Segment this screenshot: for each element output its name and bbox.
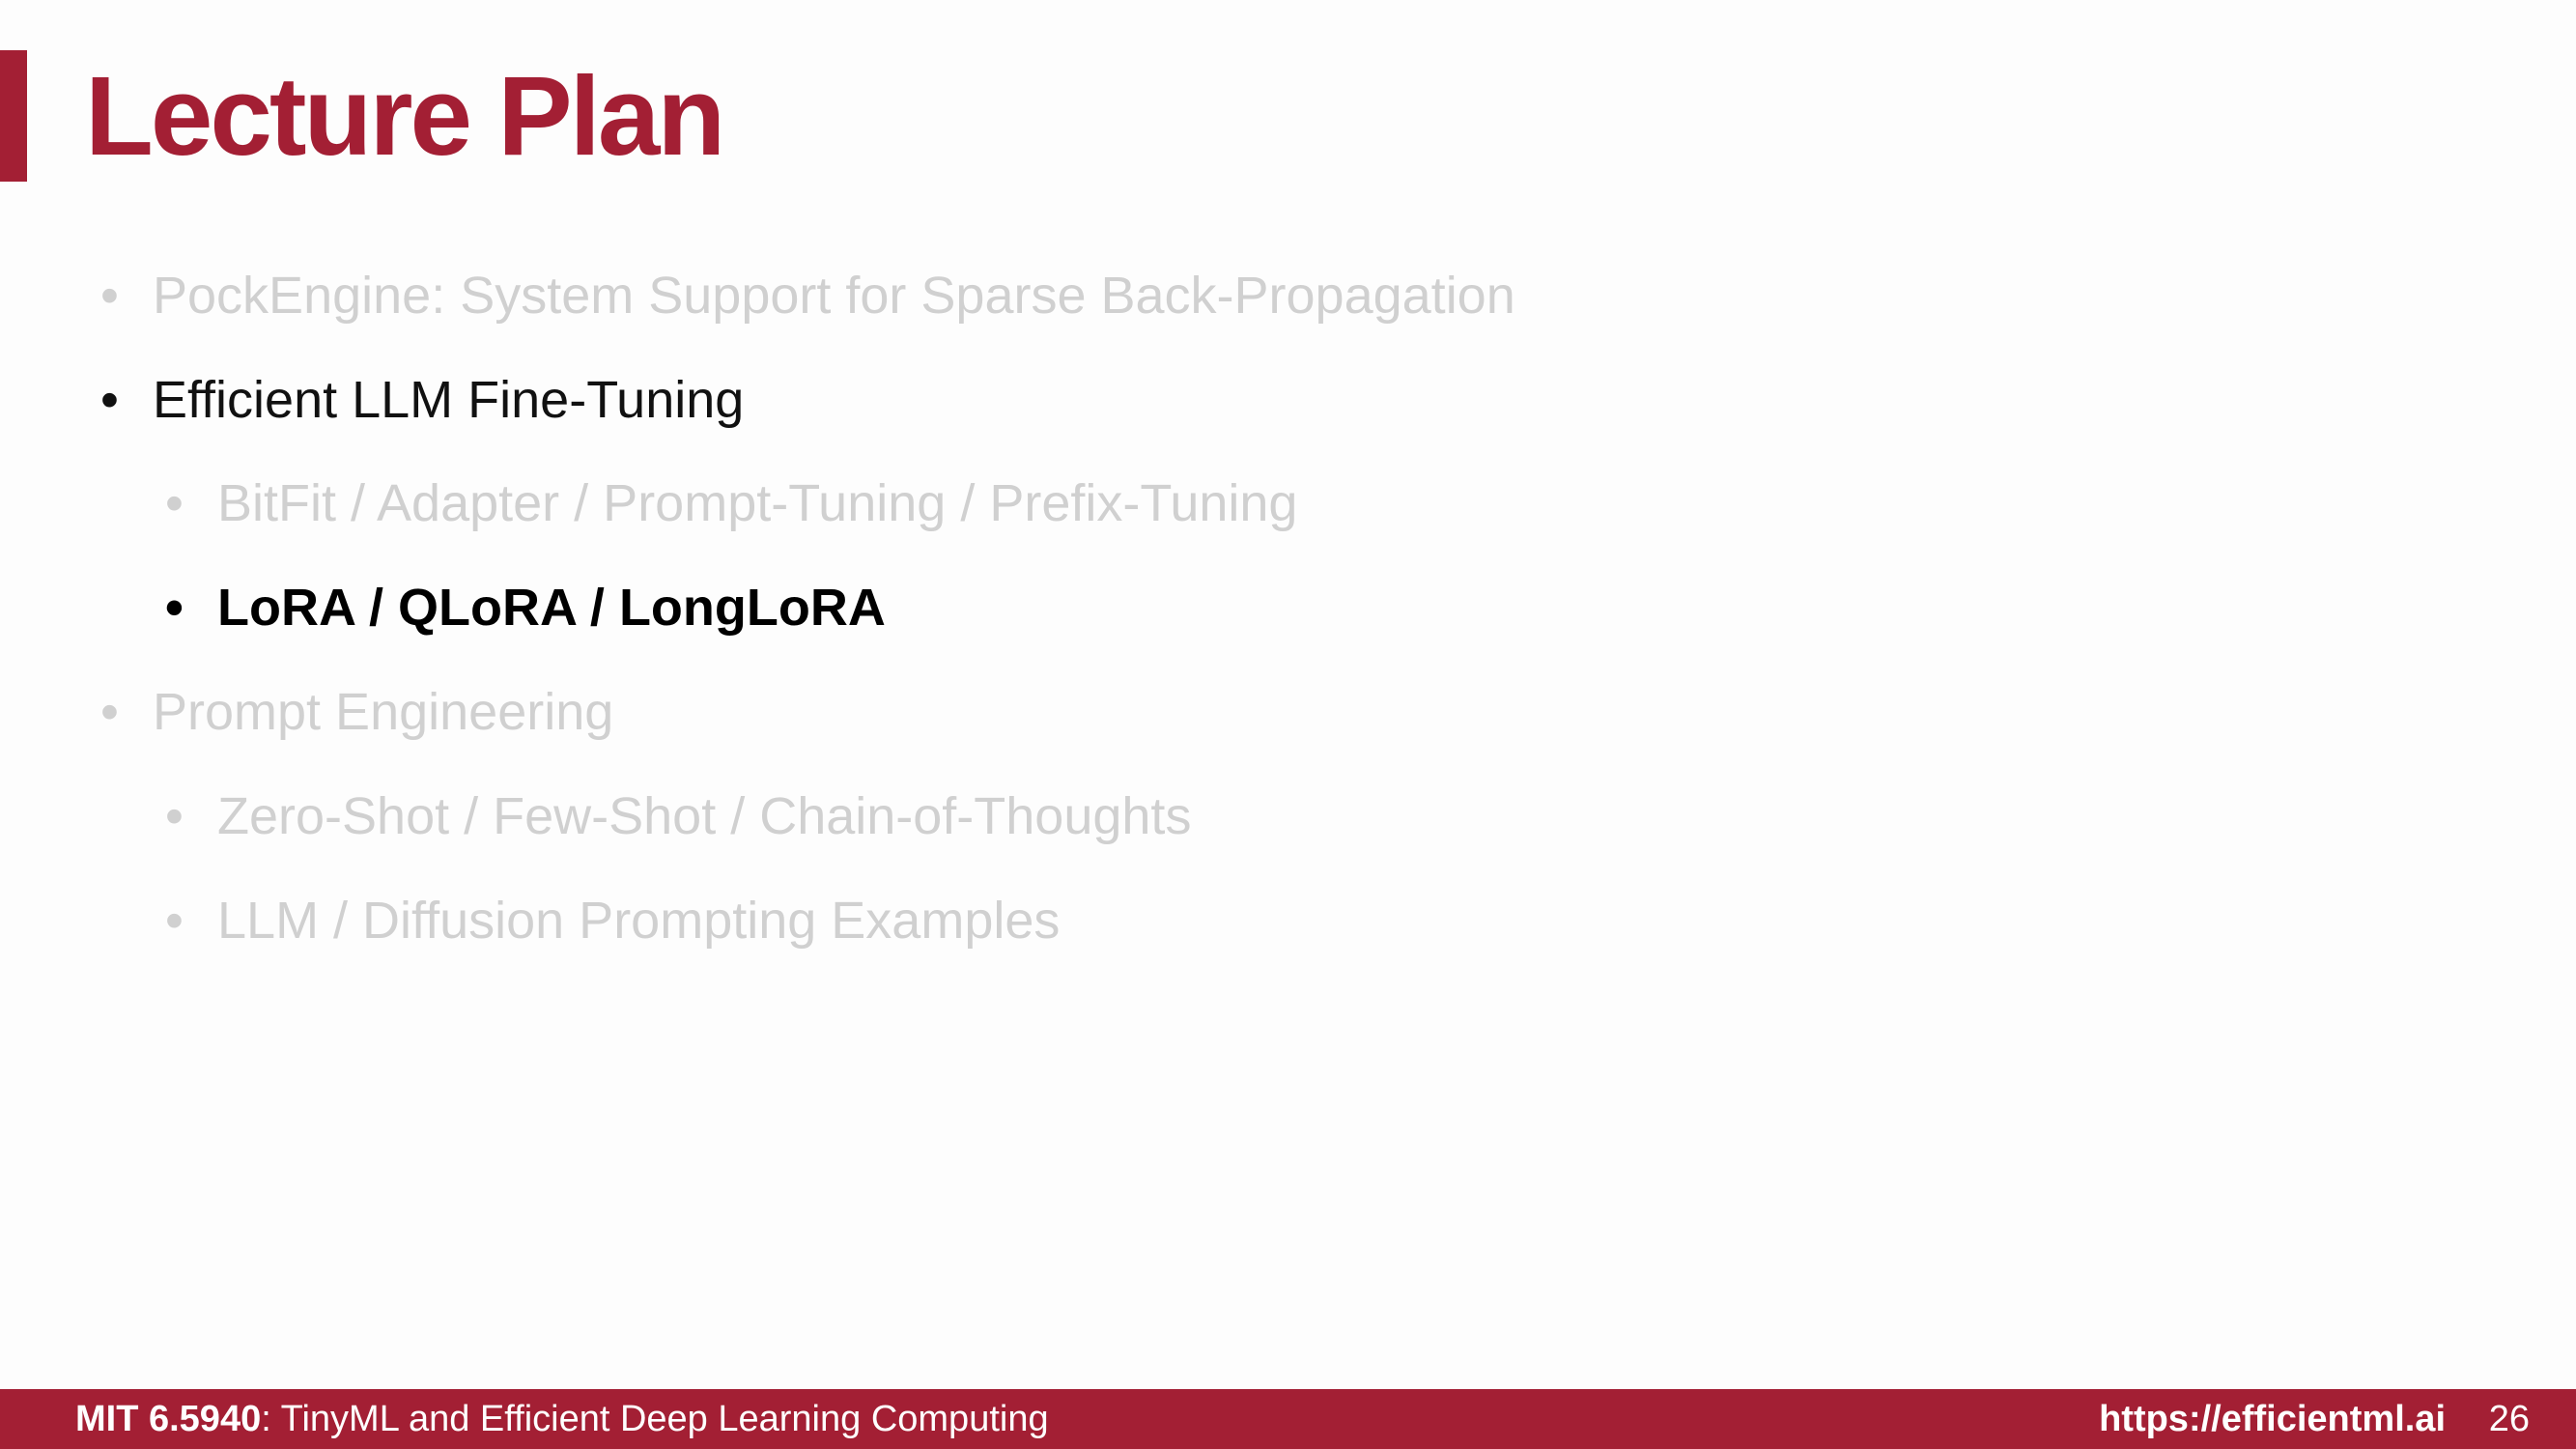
course-url-link[interactable]: https://efficientml.ai [2099, 1389, 2446, 1449]
bullet-icon: • [165, 892, 184, 950]
course-info: MIT 6.5940: TinyML and Efficient Deep Le… [75, 1389, 1049, 1449]
course-code: MIT 6.5940 [75, 1399, 262, 1439]
bullet-icon: • [165, 579, 184, 637]
slide-title: Lecture Plan [85, 53, 725, 179]
slide: Lecture Plan • PockEngine: System Suppor… [0, 0, 2576, 1449]
page-number: 26 [2488, 1399, 2530, 1439]
outline-item-text: Efficient LLM Fine-Tuning [153, 371, 745, 429]
slide-footer: MIT 6.5940: TinyML and Efficient Deep Le… [0, 1389, 2576, 1449]
title-accent-bar [0, 50, 27, 182]
outline-item-text: LLM / Diffusion Prompting Examples [217, 892, 1061, 950]
bullet-icon: • [165, 787, 184, 845]
outline-item-text: PockEngine: System Support for Sparse Ba… [153, 267, 1515, 325]
bullet-icon: • [165, 474, 184, 532]
course-name: TinyML and Efficient Deep Learning Compu… [280, 1399, 1049, 1439]
outline-item-text: Prompt Engineering [153, 683, 614, 741]
bullet-icon: • [100, 683, 119, 741]
course-separator: : [261, 1399, 281, 1439]
bullet-icon: • [100, 267, 119, 325]
outline-item-text: LoRA / QLoRA / LongLoRA [217, 579, 886, 637]
outline-item-text: Zero-Shot / Few-Shot / Chain-of-Thoughts [217, 787, 1192, 845]
bullet-icon: • [100, 371, 119, 429]
outline-item-text: BitFit / Adapter / Prompt-Tuning / Prefi… [217, 474, 1298, 532]
